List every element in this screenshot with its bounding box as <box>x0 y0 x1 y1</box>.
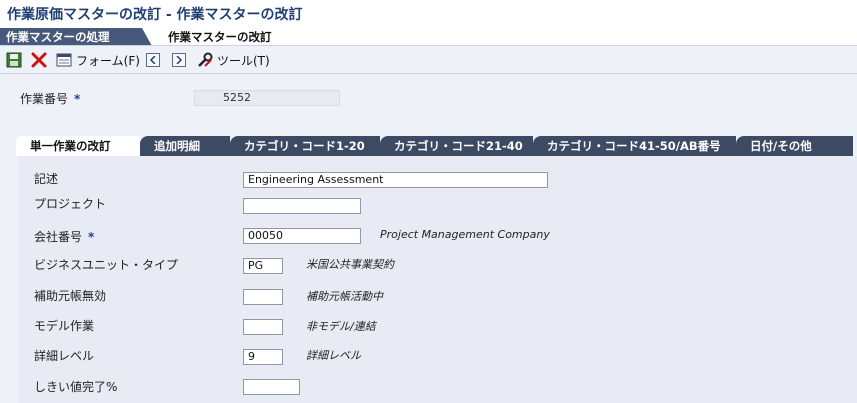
toolbar: フォーム(F) ツール(T) <box>0 46 857 74</box>
model-job-description: 非モデル/連結 <box>306 320 376 333</box>
next-record-button[interactable] <box>172 52 186 68</box>
required-mark: * <box>88 230 95 244</box>
save-button[interactable] <box>6 52 22 68</box>
required-mark: * <box>74 92 81 106</box>
next-icon <box>172 53 186 67</box>
breadcrumb-previous[interactable]: 作業マスターの処理 <box>0 28 152 46</box>
tab-additional-details[interactable]: 追加明細 <box>140 136 230 156</box>
tab-strip: 単一作業の改訂 追加明細 カテゴリ・コード1-20 カテゴリ・コード21-40 … <box>0 126 857 156</box>
tab-category-codes-1-20[interactable]: カテゴリ・コード1-20 <box>230 136 380 156</box>
level-of-detail-field[interactable]: 9 <box>243 349 283 365</box>
subledger-inactive-field[interactable] <box>243 289 283 305</box>
header-area: 作業番号 * 5252 <box>0 74 857 126</box>
job-number-field: 5252 <box>194 90 340 106</box>
breadcrumb: 作業マスターの処理 作業マスターの改訂 <box>0 28 857 46</box>
form-menu[interactable]: フォーム(F) <box>56 52 140 68</box>
job-number-label-text: 作業番号 <box>20 92 69 106</box>
tab-single-job-revisions[interactable]: 単一作業の改訂 <box>16 136 140 156</box>
cancel-icon <box>31 52 47 68</box>
tab-dates-other[interactable]: 日付/その他 <box>736 136 853 156</box>
job-number-label: 作業番号 * <box>20 90 80 107</box>
level-of-detail-description: 詳細レベル <box>306 349 361 362</box>
breadcrumb-current: 作業マスターの改訂 <box>152 28 302 46</box>
previous-record-button[interactable] <box>146 52 160 68</box>
tab-category-codes-21-40[interactable]: カテゴリ・コード21-40 <box>380 136 533 156</box>
company-label: 会社番号 * <box>34 228 94 245</box>
form-content <box>0 156 857 403</box>
form-icon <box>56 53 72 67</box>
title-bar: 作業原価マスターの改訂 - 作業マスターの改訂 <box>0 0 857 28</box>
tab-category-codes-41-50[interactable]: カテゴリ・コード41-50/AB番号 <box>533 136 736 156</box>
company-description: Project Management Company <box>380 228 550 241</box>
description-field[interactable]: Engineering Assessment <box>243 172 548 188</box>
model-job-label: モデル作業 <box>34 319 95 333</box>
business-unit-type-description: 米国公共事業契約 <box>306 258 394 271</box>
subledger-inactive-label: 補助元帳無効 <box>34 289 107 303</box>
business-unit-type-label: ビジネスユニット・タイプ <box>34 258 179 272</box>
company-label-text: 会社番号 <box>34 230 83 244</box>
save-icon <box>6 52 22 68</box>
subledger-inactive-description: 補助元帳活動中 <box>306 290 383 303</box>
description-label: 記述 <box>34 172 59 186</box>
tools-menu[interactable]: ツール(T) <box>197 52 270 68</box>
tools-icon <box>198 52 213 67</box>
tools-menu-label: ツール(T) <box>217 53 270 68</box>
project-label: プロジェクト <box>34 197 107 211</box>
threshold-percent-label: しきい値完了% <box>34 380 118 394</box>
prev-icon <box>146 53 160 67</box>
window-title: 作業原価マスターの改訂 - 作業マスターの改訂 <box>7 7 303 23</box>
company-field[interactable]: 00050 <box>243 228 361 244</box>
threshold-percent-field[interactable] <box>243 379 300 395</box>
project-field[interactable] <box>243 198 361 214</box>
form-menu-label: フォーム(F) <box>76 53 140 68</box>
model-job-field[interactable] <box>243 319 283 335</box>
business-unit-type-field[interactable]: PG <box>243 258 283 274</box>
cancel-button[interactable] <box>31 52 47 68</box>
form-panel <box>18 156 857 403</box>
level-of-detail-label: 詳細レベル <box>34 349 95 363</box>
